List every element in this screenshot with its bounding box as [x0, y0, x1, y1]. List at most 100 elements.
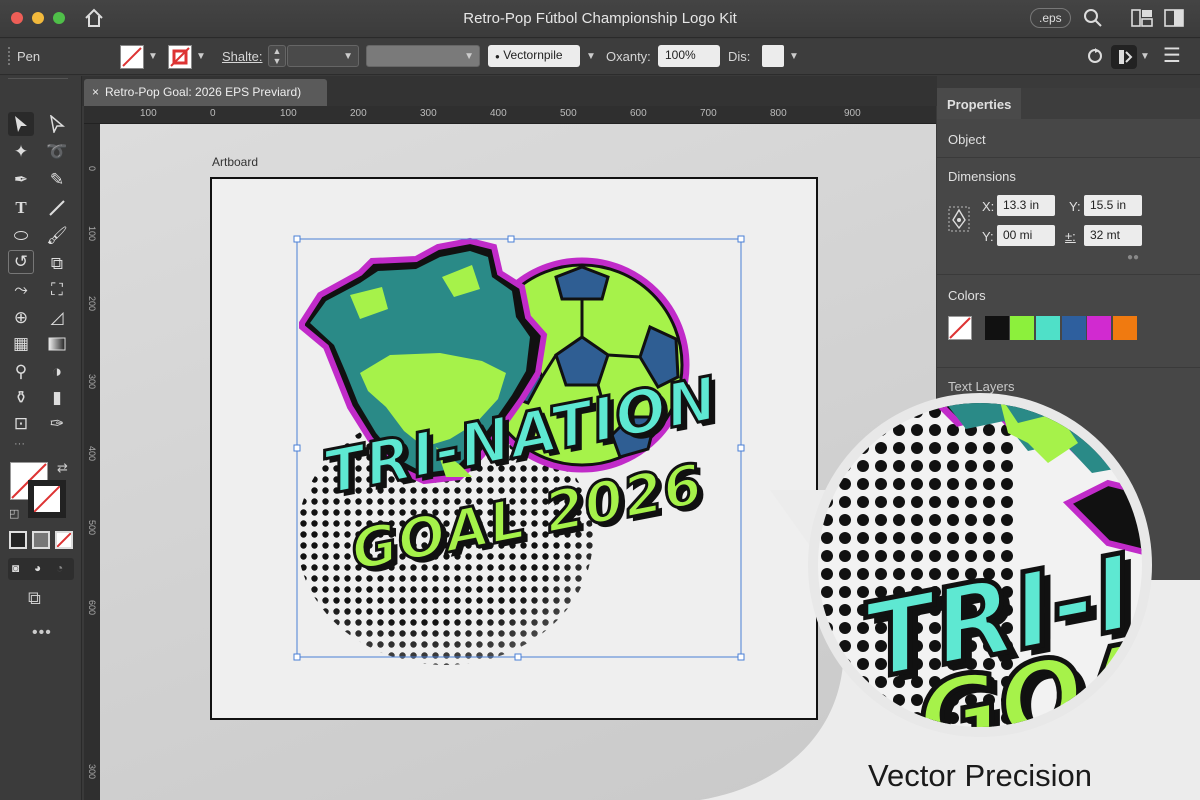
format-badge[interactable]: .eps [1030, 8, 1071, 28]
h-ruler-tick: 700 [700, 108, 717, 119]
symbol-sprayer-tool-icon[interactable]: ⚱ [8, 386, 34, 410]
scale-tool-icon[interactable]: ⧉ [44, 252, 70, 276]
width-input[interactable]: 00 mi [997, 225, 1055, 246]
shape-select[interactable]: ▼ [287, 45, 359, 67]
pen-tool-icon[interactable]: ✒ [8, 168, 34, 192]
draw-modes-group: ◙ ◕ ◔ [8, 558, 74, 580]
style-value: Vectornpile [503, 48, 563, 62]
properties-tab[interactable]: Properties [937, 88, 1021, 119]
shaper-tool-icon[interactable]: ⬭ [8, 224, 34, 248]
color-swatch-orange[interactable] [1113, 316, 1137, 340]
line-tool-icon[interactable] [44, 196, 70, 220]
eyedropper-tool-icon[interactable]: ⚲ [8, 360, 34, 384]
shape-stepper[interactable]: ▲ ▼ [268, 45, 286, 67]
slice-tool-icon[interactable]: ✑ [44, 412, 70, 436]
free-transform-tool-icon[interactable]: ⛶ [44, 278, 70, 302]
paintbrush-tool-icon[interactable]: 🖌 [44, 224, 70, 248]
gradient-tool-icon[interactable] [44, 332, 70, 356]
none-mode-icon[interactable] [55, 531, 73, 549]
h-ruler-tick: 100 [140, 108, 157, 119]
document-tab-title: Retro-Pop Goal: 2026 EPS Previard) [105, 85, 302, 99]
color-mode-icon[interactable] [9, 531, 27, 549]
mesh-tool-icon[interactable]: ▦ [8, 332, 34, 356]
v-ruler-tick: 300 [87, 374, 97, 390]
x-input[interactable]: 13.3 in [997, 195, 1055, 216]
column-graph-tool-icon[interactable]: ▮ [44, 386, 70, 410]
document-tab[interactable]: × Retro-Pop Goal: 2026 EPS Previard) [84, 79, 327, 106]
stroke-swatch[interactable] [168, 45, 192, 69]
edit-toolbar-icon[interactable]: ••• [32, 624, 52, 642]
v-ruler-tick: 600 [87, 600, 97, 616]
y2-label: Y: [982, 229, 994, 244]
object-label: Object [948, 132, 986, 147]
panel-menu-icon[interactable]: ☰ [1163, 43, 1181, 68]
screen-mode-icon[interactable]: ⧉ [28, 588, 41, 609]
curvature-tool-icon[interactable]: ✎ [44, 168, 70, 192]
horizontal-ruler[interactable]: 100 0 100 200 300 400 500 600 700 800 90… [84, 106, 936, 124]
opacity-input[interactable]: 100% [658, 45, 720, 67]
color-swatch-teal[interactable] [1036, 316, 1060, 340]
h-ruler-tick: 600 [630, 108, 647, 119]
default-colors-icon[interactable]: ◰ [9, 507, 19, 520]
dis-swatch[interactable] [762, 45, 784, 67]
stroke-color-box[interactable] [28, 480, 66, 518]
height-input[interactable]: 32 mt [1084, 225, 1142, 246]
caption-text: Vector Precision [868, 758, 1092, 793]
title-bar: Retro-Pop Fútbol Championship Logo Kit .… [0, 0, 1200, 38]
v-ruler-tick: 300 [87, 764, 97, 780]
direct-selection-tool-icon[interactable] [44, 112, 70, 136]
stroke-weight-field[interactable]: ▼ [366, 45, 480, 67]
vertical-ruler[interactable]: 0 100 200 300 400 500 600 300 [84, 124, 100, 800]
warp-tool-icon[interactable]: ⤳ [8, 278, 34, 302]
opacity-label: Oxanty: [606, 49, 651, 64]
color-swatch-navy[interactable] [1062, 316, 1086, 340]
type-tool-icon[interactable]: T [8, 196, 34, 220]
more-options-icon[interactable]: ●● [1127, 252, 1139, 263]
artboard-tool-icon[interactable]: ⊡ [8, 412, 34, 436]
style-dropdown-chevron-icon[interactable]: ▼ [586, 51, 596, 62]
fill-dropdown-chevron-icon[interactable]: ▼ [148, 51, 158, 62]
color-swatch-lime[interactable] [1010, 316, 1034, 340]
y-input[interactable]: 15.5 in [1084, 195, 1142, 216]
color-swatch-magenta[interactable] [1087, 316, 1111, 340]
control-bar: Pen ▼ ▼ Shalte: ▲ ▼ ▼ ▼ ● Vectornpile ▼ O… [0, 39, 1200, 75]
none-swatch[interactable] [948, 316, 972, 340]
search-icon[interactable] [1083, 8, 1103, 28]
colors-title: Colors [948, 288, 986, 303]
style-select[interactable]: ● Vectornpile [488, 45, 580, 67]
swap-colors-icon[interactable]: ⇄ [57, 460, 68, 476]
perspective-grid-tool-icon[interactable]: ◿ [44, 306, 70, 330]
reference-point-icon[interactable] [948, 206, 970, 232]
draw-behind-icon[interactable]: ◕ [34, 561, 41, 575]
magic-wand-tool-icon[interactable]: ✦ [8, 140, 34, 164]
zoom-magnifier: TRI-I GOA [808, 393, 1152, 737]
toolbar-grip[interactable] [8, 78, 68, 88]
divider [937, 157, 1200, 158]
color-swatch-black[interactable] [985, 316, 1009, 340]
h-ruler-tick: 100 [280, 108, 297, 119]
gradient-mode-icon[interactable] [32, 531, 50, 549]
close-tab-icon[interactable]: × [92, 85, 99, 99]
drag-handle[interactable] [8, 47, 12, 65]
fill-swatch[interactable] [120, 45, 144, 69]
dimensions-title: Dimensions [948, 169, 1016, 184]
arrange-chevron-icon[interactable]: ▼ [1140, 51, 1150, 62]
divider [937, 274, 1200, 275]
selection-tool-icon[interactable] [8, 112, 34, 136]
stroke-dropdown-chevron-icon[interactable]: ▼ [196, 51, 206, 62]
lasso-tool-icon[interactable]: ➰ [44, 140, 70, 164]
shape-builder-tool-icon[interactable]: ⊕ [8, 306, 34, 330]
blend-tool-icon[interactable]: ◑ [44, 360, 70, 384]
h-ruler-tick: 400 [490, 108, 507, 119]
draw-normal-icon[interactable]: ◙ [12, 561, 19, 575]
draw-inside-icon[interactable]: ◔ [56, 561, 63, 575]
dis-dropdown-chevron-icon[interactable]: ▼ [789, 51, 799, 62]
panel-layout-icon[interactable] [1164, 9, 1184, 27]
rotate-tool-icon[interactable]: ↺ [8, 250, 34, 274]
workspace-layout-icon[interactable] [1131, 9, 1153, 27]
shape-label: Shalte: [222, 49, 263, 64]
more-tools-dots[interactable]: ··· [14, 438, 25, 450]
recolor-icon[interactable] [1086, 47, 1104, 65]
v-ruler-tick: 0 [87, 166, 97, 172]
arrange-button[interactable] [1111, 45, 1137, 69]
